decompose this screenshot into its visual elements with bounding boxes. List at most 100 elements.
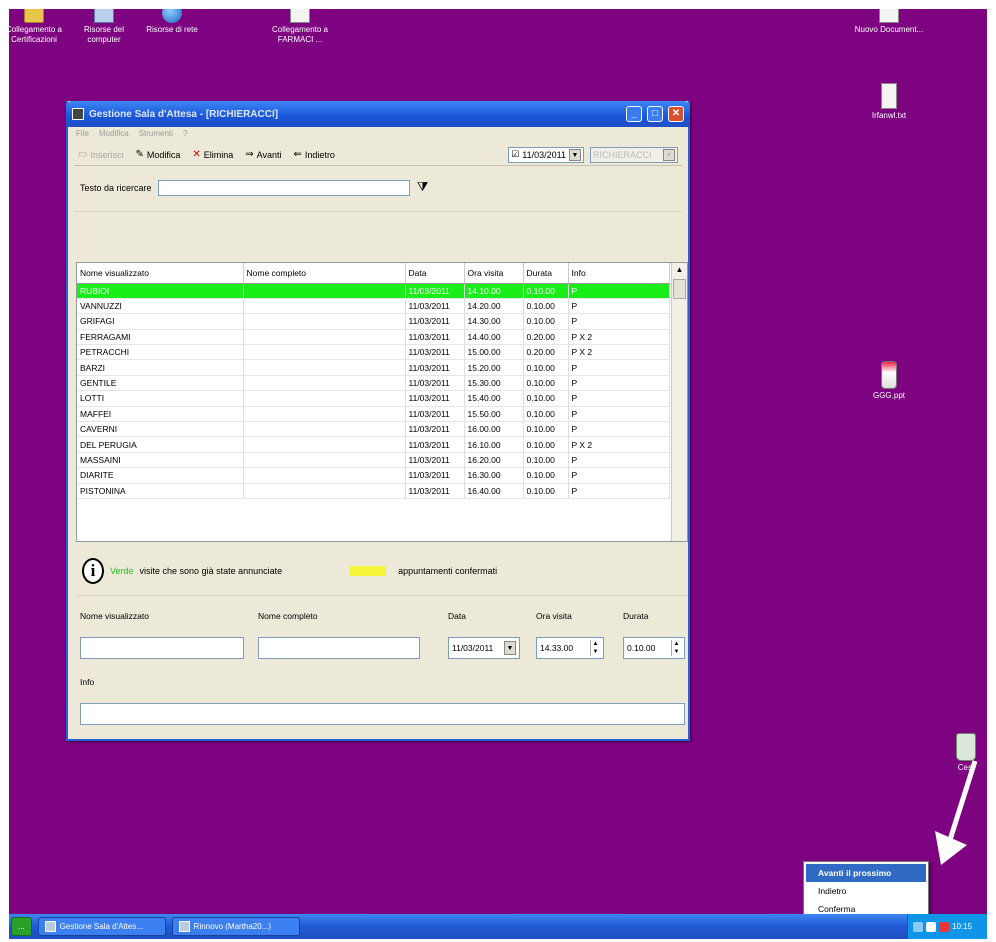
network-tray-icon[interactable] [913,921,923,932]
ora-visita-field[interactable]: 14.33.00 ▲ ▼ [536,637,604,659]
close-button[interactable]: ✕ [668,106,684,122]
delete-button[interactable]: ✕ Elimina [192,149,233,160]
table-cell: 15.50.00 [464,406,524,423]
alert-tray-icon[interactable] [939,921,949,932]
desktop-icon-irfanwl[interactable]: Irfanwl.txt [854,83,924,121]
desktop-icon-label: Risorse del computer [83,25,124,44]
back-button[interactable]: ⇐ Indietro [294,149,335,160]
table-cell [243,313,406,330]
table-row[interactable]: FERRAGAMI 11/03/2011 14.40.00 0.20.00 P X 2 [77,329,670,346]
data-value: 11/03/2011 [452,643,494,653]
shortcut-icon [290,9,310,23]
taskbar-button-gestione[interactable]: Gestione Sala d'Attes... [37,917,166,936]
menu-item-indietro[interactable]: Indietro [806,882,926,900]
table-cell [243,390,406,407]
info-icon: i [82,557,104,584]
window-titlebar[interactable]: Gestione Sala d'Attesa - [RICHIERACCI] _… [66,101,690,127]
nome-visualizzato-field[interactable] [80,637,244,659]
column-header[interactable]: Data [405,263,465,284]
doctor-value: RICHIERACCI [593,149,652,160]
table-row[interactable]: GENTILE 11/03/2011 15.30.00 0.10.00 P [77,375,670,392]
table-row[interactable]: PISTONINA 11/03/2011 16.40.00 0.10.00 P [77,483,670,499]
column-header[interactable]: Info [568,263,670,284]
legend-green-word: Verde [110,565,134,576]
filter-icon[interactable]: ⧩ [416,180,430,196]
calendar-icon: ☑ [511,149,520,159]
table-cell: 11/03/2011 [405,452,465,469]
document-icon [879,9,899,23]
minimize-button[interactable]: _ [626,106,642,122]
info-field[interactable] [80,703,685,725]
search-input[interactable] [157,180,410,196]
date-picker[interactable]: ☑ 11/03/2011 ▼ [508,146,584,163]
desktop-icon-label: Nuovo Document... [854,25,924,34]
menu-modifica[interactable]: Modifica [99,129,129,140]
start-button[interactable]: ... [11,917,32,936]
desktop-icon-ggg[interactable]: GGG.ppt [854,361,924,401]
column-header[interactable]: Ora visita [464,263,524,284]
table-cell: LOTTI [77,390,244,407]
table-row[interactable]: GRIFAGI 11/03/2011 14.30.00 0.10.00 P [77,313,670,330]
table-row[interactable]: PETRACCHI 11/03/2011 15.00.00 0.20.00 P X 2 [77,344,670,361]
table-cell: 14.40.00 [464,329,524,346]
durata-label: Durata [623,611,649,621]
table-cell: 11/03/2011 [405,375,465,392]
column-header[interactable]: Nome completo [243,263,406,284]
table-row[interactable]: BARZI 11/03/2011 15.20.00 0.10.00 P [77,359,670,376]
menu-help[interactable]: ? [183,129,187,140]
legend-yellow-text: appuntamenti confermati [398,565,498,576]
table-cell: 0.10.00 [523,436,569,453]
chevron-down-icon[interactable]: ▼ [504,641,516,655]
desktop-icon-nuovo-documento[interactable]: Nuovo Document... [854,9,924,35]
column-header[interactable]: Nome visualizzato [77,263,244,284]
desktop-icon-certificazioni[interactable]: Collegamento a Certificazioni [9,9,69,45]
table-cell: 11/03/2011 [405,406,465,423]
table-row[interactable]: MAFFEI 11/03/2011 15.50.00 0.10.00 P [77,406,670,423]
desktop-icon-label: Risorse di rete [146,25,198,34]
menu-file[interactable]: File [76,129,89,140]
app-tray-icon[interactable] [926,921,936,932]
taskbar-button-rinnovo[interactable]: Rinnovo (Martha20...) [171,917,300,936]
edit-button[interactable]: ✎ Modifica [135,149,180,160]
desktop-icon-risorse-computer[interactable]: Risorse del computer [69,9,139,45]
doctor-select[interactable]: RICHIERACCI ▼ [590,146,678,163]
table-cell: 16.10.00 [464,436,524,453]
table-cell: 14.30.00 [464,313,524,330]
spinner-icon[interactable]: ▲ ▼ [671,640,681,656]
table-row[interactable]: LOTTI 11/03/2011 15.40.00 0.10.00 P [77,390,670,407]
table-cell: PETRACCHI [77,344,244,361]
data-field[interactable]: 11/03/2011 ▼ [448,637,520,659]
chevron-down-icon[interactable]: ▼ [663,148,675,161]
desktop-icon-farmaci[interactable]: Collegamento a FARMACI ... [265,9,335,45]
insert-button[interactable]: ▭ Inserisci [78,149,123,160]
legend-yellow-swatch [350,565,387,576]
maximize-button[interactable]: □ [647,106,663,122]
table-cell: VANNUZZI [77,298,244,315]
table-cell: CAVERNI [77,421,244,438]
table-row[interactable]: VANNUZZI 11/03/2011 14.20.00 0.10.00 P [77,298,670,315]
table-cell [243,359,406,376]
nome-completo-field[interactable] [258,637,420,659]
table-row[interactable]: DEL PERUGIA 11/03/2011 16.10.00 0.10.00 P X … [77,436,670,453]
scroll-thumb[interactable] [673,279,686,299]
desktop-icon-risorse-rete[interactable]: Risorse di rete [137,9,207,35]
scroll-up-icon[interactable]: ▲ [672,263,687,277]
table-row[interactable]: MASSAINI 11/03/2011 16.20.00 0.10.00 P [77,452,670,469]
grid-scrollbar[interactable]: ▲ [671,263,687,541]
menu-item-avanti[interactable]: Avanti il prossimo [806,864,926,882]
next-button[interactable]: ⇒ Avanti [245,149,281,160]
durata-field[interactable]: 0.10.00 ▲ ▼ [623,637,685,659]
table-cell [243,344,406,361]
table-row[interactable]: RUBIOI 11/03/2011 14.10.00 0.10.00 P [77,283,670,299]
table-cell: MASSAINI [77,452,244,469]
spinner-icon[interactable]: ▲ ▼ [590,640,600,656]
ora-value: 14.33.00 [540,643,574,653]
menu-strumenti[interactable]: Strumenti [139,129,173,140]
table-row[interactable]: DIARITE 11/03/2011 16.30.00 0.10.00 P [77,467,670,484]
nome-completo-label: Nome completo [258,611,318,621]
appointments-grid: Nome visualizzato Nome completo Data Ora vi… [76,262,688,542]
table-cell [243,467,406,484]
column-header[interactable]: Durata [523,263,569,284]
table-row[interactable]: CAVERNI 11/03/2011 16.00.00 0.10.00 P [77,421,670,438]
chevron-down-icon[interactable]: ▼ [569,148,581,161]
